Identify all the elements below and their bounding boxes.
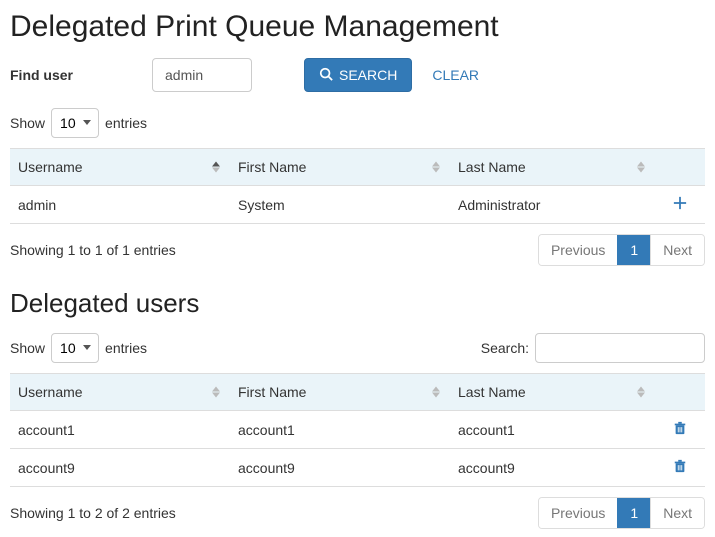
search-button-label: SEARCH bbox=[339, 67, 397, 83]
trash-icon[interactable] bbox=[673, 460, 687, 476]
table2-length-row: Show 10 entries Search: bbox=[10, 333, 705, 363]
find-user-label: Find user bbox=[10, 67, 140, 83]
cell-username: account1 bbox=[10, 411, 230, 449]
trash-icon[interactable] bbox=[673, 422, 687, 438]
clear-button[interactable]: CLEAR bbox=[424, 58, 487, 92]
table2-pagination: Previous 1 Next bbox=[538, 497, 705, 529]
search-button[interactable]: SEARCH bbox=[304, 58, 412, 92]
delegated-users-table: Username First Name Last Name account1 a… bbox=[10, 373, 705, 487]
table1-length-row: Show 10 entries bbox=[10, 108, 705, 138]
col-firstname[interactable]: First Name bbox=[230, 374, 450, 411]
col-lastname[interactable]: Last Name bbox=[450, 149, 655, 186]
col-firstname-label: First Name bbox=[238, 384, 306, 400]
col-lastname-label: Last Name bbox=[458, 384, 526, 400]
find-results-table: Username First Name Last Name admin Syst… bbox=[10, 148, 705, 224]
page-current[interactable]: 1 bbox=[617, 498, 650, 528]
table2-show-post: entries bbox=[105, 340, 147, 356]
page-next[interactable]: Next bbox=[650, 235, 704, 265]
cell-firstname: System bbox=[230, 186, 450, 224]
sort-icon bbox=[637, 387, 645, 398]
table-row: account9 account9 account9 bbox=[10, 449, 705, 487]
cell-lastname: Administrator bbox=[450, 186, 655, 224]
col-firstname-label: First Name bbox=[238, 159, 306, 175]
page-previous[interactable]: Previous bbox=[539, 498, 617, 528]
table2-info: Showing 1 to 2 of 2 entries bbox=[10, 505, 176, 521]
sort-icon bbox=[212, 162, 220, 173]
table1-footer: Showing 1 to 1 of 1 entries Previous 1 N… bbox=[10, 234, 705, 266]
table1-info: Showing 1 to 1 of 1 entries bbox=[10, 242, 176, 258]
table2-length-select[interactable]: 10 bbox=[51, 333, 99, 363]
cell-firstname: account1 bbox=[230, 411, 450, 449]
find-user-row: Find user SEARCH CLEAR bbox=[10, 58, 705, 92]
col-username[interactable]: Username bbox=[10, 149, 230, 186]
col-username-label: Username bbox=[18, 384, 83, 400]
page-previous[interactable]: Previous bbox=[539, 235, 617, 265]
table1-show-post: entries bbox=[105, 115, 147, 131]
page-current[interactable]: 1 bbox=[617, 235, 650, 265]
sort-icon bbox=[637, 162, 645, 173]
page-title: Delegated Print Queue Management bbox=[10, 10, 705, 44]
page-next[interactable]: Next bbox=[650, 498, 704, 528]
search-icon bbox=[319, 67, 333, 84]
cell-username: account9 bbox=[10, 449, 230, 487]
sort-icon bbox=[432, 387, 440, 398]
table2-show-pre: Show bbox=[10, 340, 45, 356]
table2-footer: Showing 1 to 2 of 2 entries Previous 1 N… bbox=[10, 497, 705, 529]
col-lastname[interactable]: Last Name bbox=[450, 374, 655, 411]
table1-length-select[interactable]: 10 bbox=[51, 108, 99, 138]
table2-search-label: Search: bbox=[481, 340, 529, 356]
cell-username: admin bbox=[10, 186, 230, 224]
cell-lastname: account9 bbox=[450, 449, 655, 487]
col-actions bbox=[655, 374, 705, 411]
cell-firstname: account9 bbox=[230, 449, 450, 487]
sort-icon bbox=[212, 387, 220, 398]
find-user-input[interactable] bbox=[152, 58, 252, 92]
table-row: account1 account1 account1 bbox=[10, 411, 705, 449]
col-lastname-label: Last Name bbox=[458, 159, 526, 175]
table2-search-input[interactable] bbox=[535, 333, 705, 363]
table-row: admin System Administrator bbox=[10, 186, 705, 224]
col-username[interactable]: Username bbox=[10, 374, 230, 411]
col-firstname[interactable]: First Name bbox=[230, 149, 450, 186]
col-username-label: Username bbox=[18, 159, 83, 175]
plus-icon[interactable] bbox=[673, 197, 687, 213]
cell-lastname: account1 bbox=[450, 411, 655, 449]
delegated-users-title: Delegated users bbox=[10, 288, 705, 319]
table1-show-pre: Show bbox=[10, 115, 45, 131]
sort-icon bbox=[432, 162, 440, 173]
col-actions bbox=[655, 149, 705, 186]
table1-pagination: Previous 1 Next bbox=[538, 234, 705, 266]
